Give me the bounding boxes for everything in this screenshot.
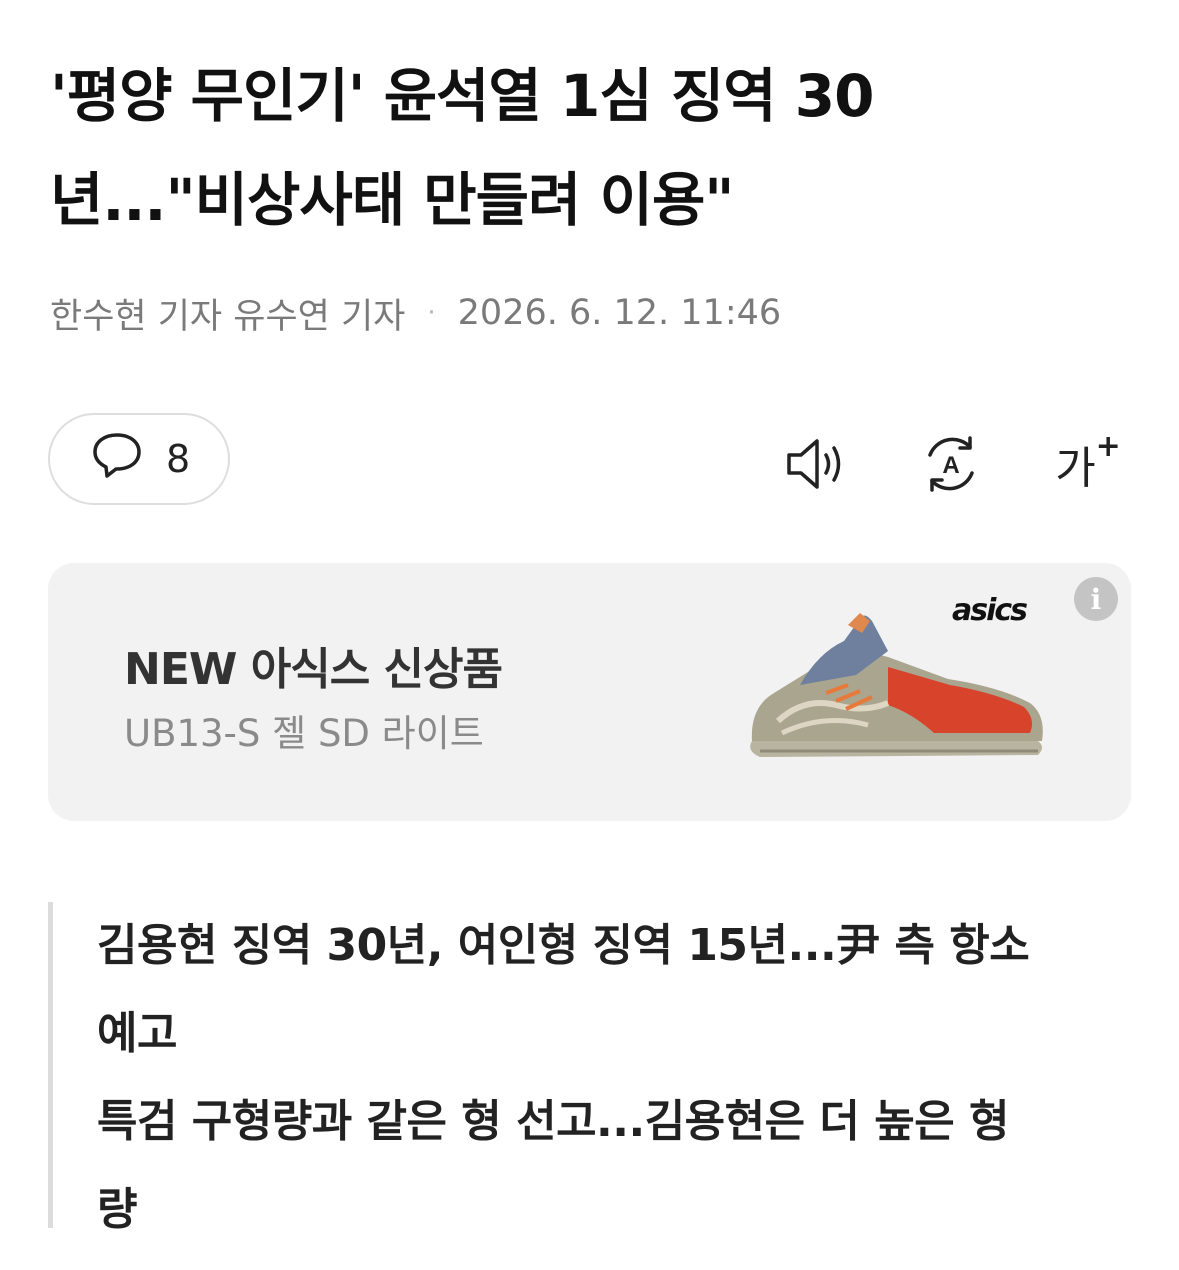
- speech-bubble-icon: [90, 430, 144, 489]
- summary-line: 예고: [97, 1008, 177, 1059]
- article-toolbar: 8 A 가 +: [48, 413, 1128, 509]
- translate-icon[interactable]: A: [916, 429, 986, 499]
- summary-line: 김용현 징역 30년, 여인형 징역 15년...尹 측 항소: [97, 920, 1030, 971]
- ad-title: NEW 아식스 신상품: [124, 644, 503, 695]
- publish-datetime: 2026. 6. 12. 11:46: [457, 293, 782, 333]
- asics-logo: asics: [952, 593, 1028, 628]
- article-headline: '평양 무인기' 윤석열 1심 징역 30 년..."비상사태 만들려 이용": [50, 44, 1110, 252]
- reporter-names[interactable]: 한수현 기자 유수연 기자: [50, 288, 405, 339]
- ad-subtitle: UB13-S 젤 SD 라이트: [124, 712, 484, 755]
- advertisement-banner[interactable]: NEW 아식스 신상품 UB13-S 젤 SD 라이트 asics i: [48, 563, 1131, 821]
- summary-line: 특검 구형량과 같은 형 선고...김용현은 더 높은 형: [97, 1096, 1010, 1147]
- summary-line: 량: [97, 1184, 137, 1235]
- font-size-plus: +: [1095, 428, 1121, 464]
- byline-separator: ·: [427, 298, 436, 328]
- byline: 한수현 기자 유수연 기자 · 2026. 6. 12. 11:46: [50, 288, 781, 338]
- font-size-label: 가: [1055, 443, 1096, 494]
- headline-line-2: 년..."비상사태 만들려 이용": [50, 166, 735, 234]
- comment-button[interactable]: 8: [48, 413, 230, 505]
- ad-info-icon[interactable]: i: [1074, 577, 1118, 621]
- svg-text:A: A: [942, 452, 959, 479]
- speaker-icon[interactable]: [783, 429, 853, 499]
- headline-line-1: '평양 무인기' 윤석열 1심 징역 30: [50, 62, 875, 130]
- article-summary: 김용현 징역 30년, 여인형 징역 15년...尹 측 항소 예고 특검 구형…: [48, 902, 1138, 1235]
- comment-count: 8: [166, 437, 191, 481]
- font-size-button[interactable]: 가 +: [1048, 429, 1128, 499]
